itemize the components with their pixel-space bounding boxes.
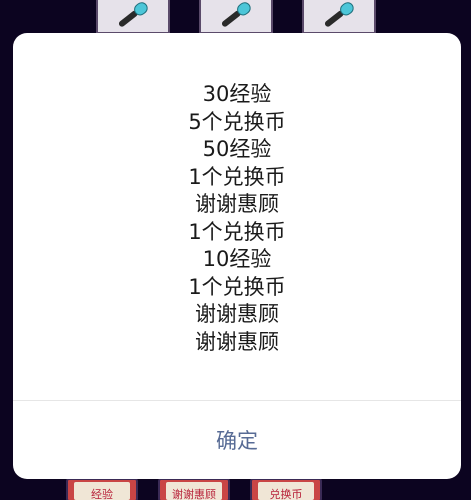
- reward-item: 10经验: [202, 247, 272, 271]
- reward-item: 1个兑换币: [188, 219, 286, 244]
- reward-item: 50经验: [202, 137, 272, 161]
- reward-list: 30经验 5个兑换币 50经验 1个兑换币 谢谢惠顾 1个兑换币 10经验 1个…: [13, 81, 461, 356]
- reward-dialog: 30经验 5个兑换币 50经验 1个兑换币 谢谢惠顾 1个兑换币 10经验 1个…: [13, 33, 461, 479]
- reward-item: 谢谢惠顾: [195, 192, 279, 216]
- reward-item: 5个兑换币: [188, 109, 286, 134]
- reward-item: 谢谢惠顾: [195, 302, 279, 326]
- reward-item: 谢谢惠顾: [195, 329, 279, 354]
- confirm-button[interactable]: 确定: [13, 401, 461, 479]
- reward-item: 1个兑换币: [188, 164, 286, 189]
- reward-item: 1个兑换币: [188, 274, 286, 299]
- reward-item: 30经验: [202, 82, 272, 106]
